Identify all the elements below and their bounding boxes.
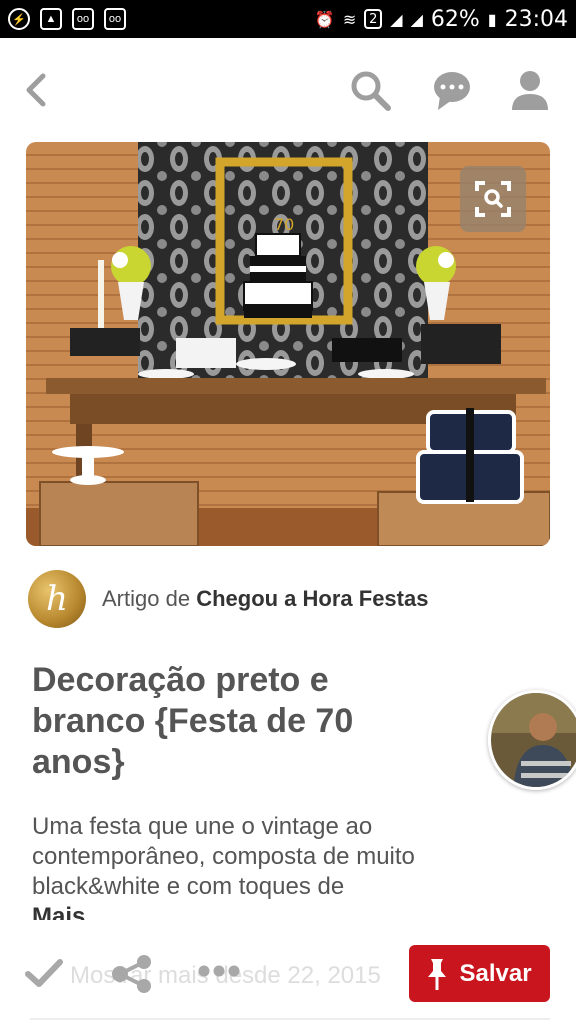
source-logo[interactable]: h	[28, 570, 86, 628]
back-button[interactable]	[14, 68, 58, 112]
sim-badge: 2	[364, 9, 383, 29]
visual-search-button[interactable]	[460, 166, 526, 232]
more-dots-icon	[198, 965, 240, 977]
profile-button[interactable]	[508, 68, 552, 112]
chat-icon	[434, 72, 470, 110]
more-options-button[interactable]	[198, 964, 240, 983]
voicemail-icon: oo	[104, 8, 126, 30]
wifi-icon: ≋	[342, 9, 357, 29]
messenger-icon: ⚡	[8, 8, 30, 30]
top-bar	[0, 38, 576, 142]
pin-icon	[428, 958, 447, 990]
avatar-photo	[491, 693, 576, 787]
alarm-icon: ⏰	[314, 9, 335, 29]
signal-icon: ◢	[410, 9, 423, 29]
share-button[interactable]	[110, 954, 154, 999]
divider	[30, 1018, 550, 1020]
notification-icons: ⚡ ▲ oo oo	[8, 8, 126, 30]
more-link[interactable]: Mais	[32, 902, 502, 920]
clock: 23:04	[504, 6, 568, 32]
visual-search-icon	[475, 181, 511, 217]
battery-level: 62%	[430, 6, 480, 32]
save-button[interactable]: Salvar	[409, 945, 550, 1002]
battery-icon: ▮	[487, 9, 497, 29]
search-icon	[351, 71, 391, 111]
check-icon	[25, 959, 63, 987]
search-button[interactable]	[348, 68, 392, 112]
signal-icon: ◢	[390, 9, 403, 29]
source-prefix: Artigo de	[102, 586, 191, 611]
pin-title: Decoração preto e branco {Festa de 70 an…	[32, 661, 354, 781]
share-icon	[112, 955, 151, 993]
description-text: Uma festa que une o vintage ao contempor…	[32, 813, 415, 900]
messages-button[interactable]	[430, 68, 474, 112]
status-bar: ⚡ ▲ oo oo ⏰ ≋ 2 ◢ ◢ 62% ▮ 23:04	[0, 0, 576, 38]
source-attribution: Artigo de Chegou a Hora Festas	[102, 586, 428, 612]
image-icon: ▲	[40, 8, 62, 30]
back-icon	[26, 73, 46, 107]
done-button[interactable]	[24, 956, 64, 995]
pin-source[interactable]: h Artigo de Chegou a Hora Festas	[28, 570, 428, 628]
source-name[interactable]: Chegou a Hora Festas	[196, 586, 428, 611]
svg-text:70: 70	[274, 215, 294, 234]
voicemail-icon: oo	[72, 8, 94, 30]
action-bar: Mostrar mais desde 22, 2015 Salvar	[0, 940, 576, 1024]
pin-image[interactable]: 70	[26, 142, 550, 546]
save-label: Salvar	[459, 959, 532, 987]
pin-description: Uma festa que une o vintage ao contempor…	[32, 812, 502, 920]
profile-icon	[512, 71, 548, 110]
user-avatar[interactable]	[488, 690, 576, 790]
